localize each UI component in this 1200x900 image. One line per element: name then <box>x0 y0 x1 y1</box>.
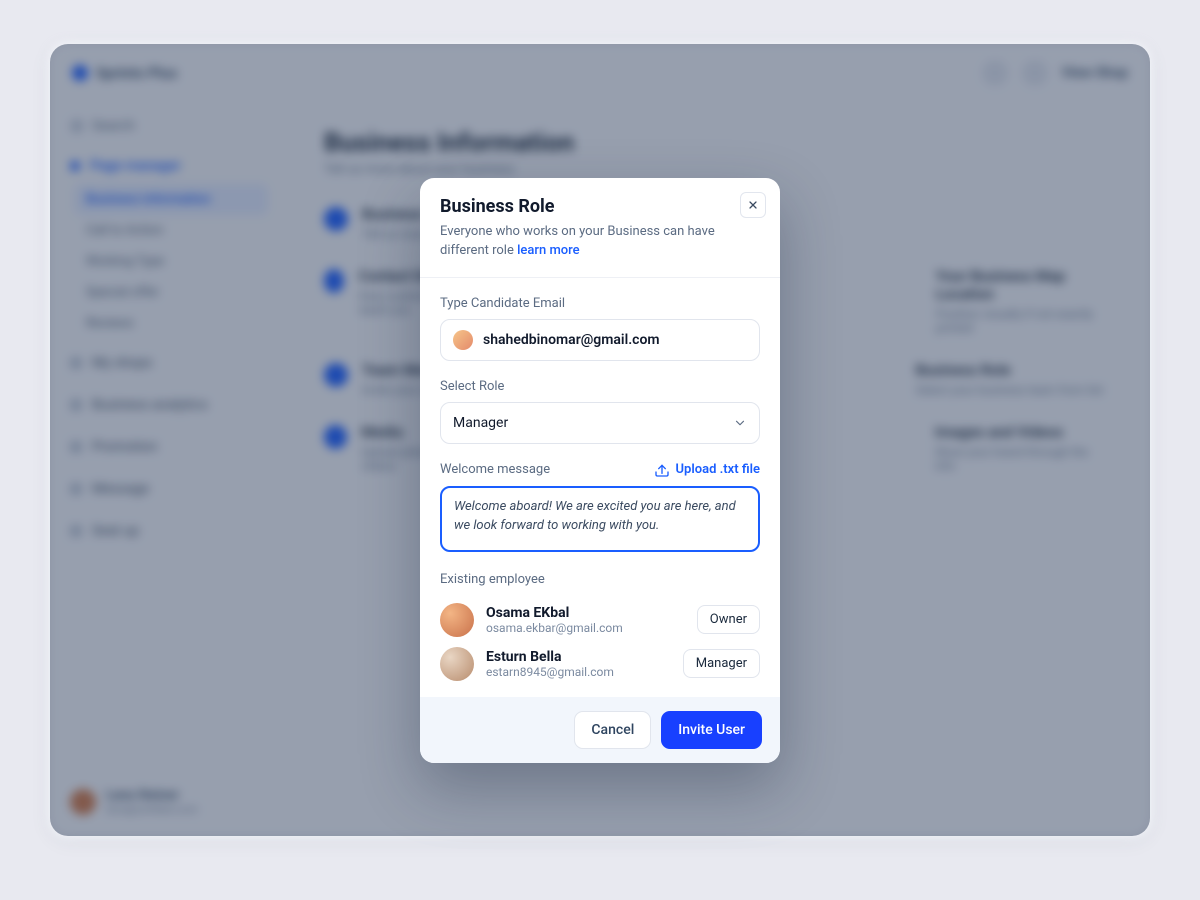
candidate-email-input[interactable] <box>483 332 747 348</box>
role-badge[interactable]: Manager <box>683 649 760 678</box>
avatar <box>440 603 474 637</box>
modal-title: Business Role <box>440 196 760 217</box>
employee-name: Esturn Bella <box>486 649 671 665</box>
avatar <box>440 647 474 681</box>
learn-more-link[interactable]: learn more <box>517 243 580 258</box>
employee-row: Esturn Bella estarn8945@gmail.com Manage… <box>440 647 760 681</box>
upload-icon <box>654 462 670 478</box>
modal-footer: Cancel Invite User <box>420 697 780 763</box>
employee-email: estarn8945@gmail.com <box>486 665 671 679</box>
upload-txt-link[interactable]: Upload .txt file <box>654 462 761 478</box>
upload-label-text: Upload .txt file <box>676 462 761 477</box>
close-button[interactable] <box>740 192 766 218</box>
close-icon <box>747 199 759 211</box>
email-input-wrap[interactable] <box>440 319 760 361</box>
role-badge[interactable]: Owner <box>697 605 760 634</box>
existing-employee-label: Existing employee <box>440 572 760 587</box>
welcome-textarea-wrap[interactable] <box>440 486 760 552</box>
role-label: Select Role <box>440 379 760 394</box>
modal-description: Everyone who works on your Business can … <box>440 223 760 261</box>
cancel-button[interactable]: Cancel <box>574 711 651 749</box>
invite-user-button[interactable]: Invite User <box>661 711 762 749</box>
role-select[interactable]: Manager <box>440 402 760 444</box>
employee-email: osama.ekbar@gmail.com <box>486 621 685 635</box>
employee-name: Osama EKbal <box>486 605 685 621</box>
chevron-down-icon <box>733 416 747 430</box>
business-role-modal: Business Role Everyone who works on your… <box>420 178 780 763</box>
welcome-message-input[interactable] <box>454 498 746 536</box>
email-label: Type Candidate Email <box>440 296 760 311</box>
modal-header: Business Role Everyone who works on your… <box>420 178 780 278</box>
role-select-value: Manager <box>453 415 508 431</box>
employee-row: Osama EKbal osama.ekbar@gmail.com Owner <box>440 603 760 637</box>
welcome-label: Welcome message <box>440 462 550 477</box>
candidate-avatar-icon <box>453 330 473 350</box>
